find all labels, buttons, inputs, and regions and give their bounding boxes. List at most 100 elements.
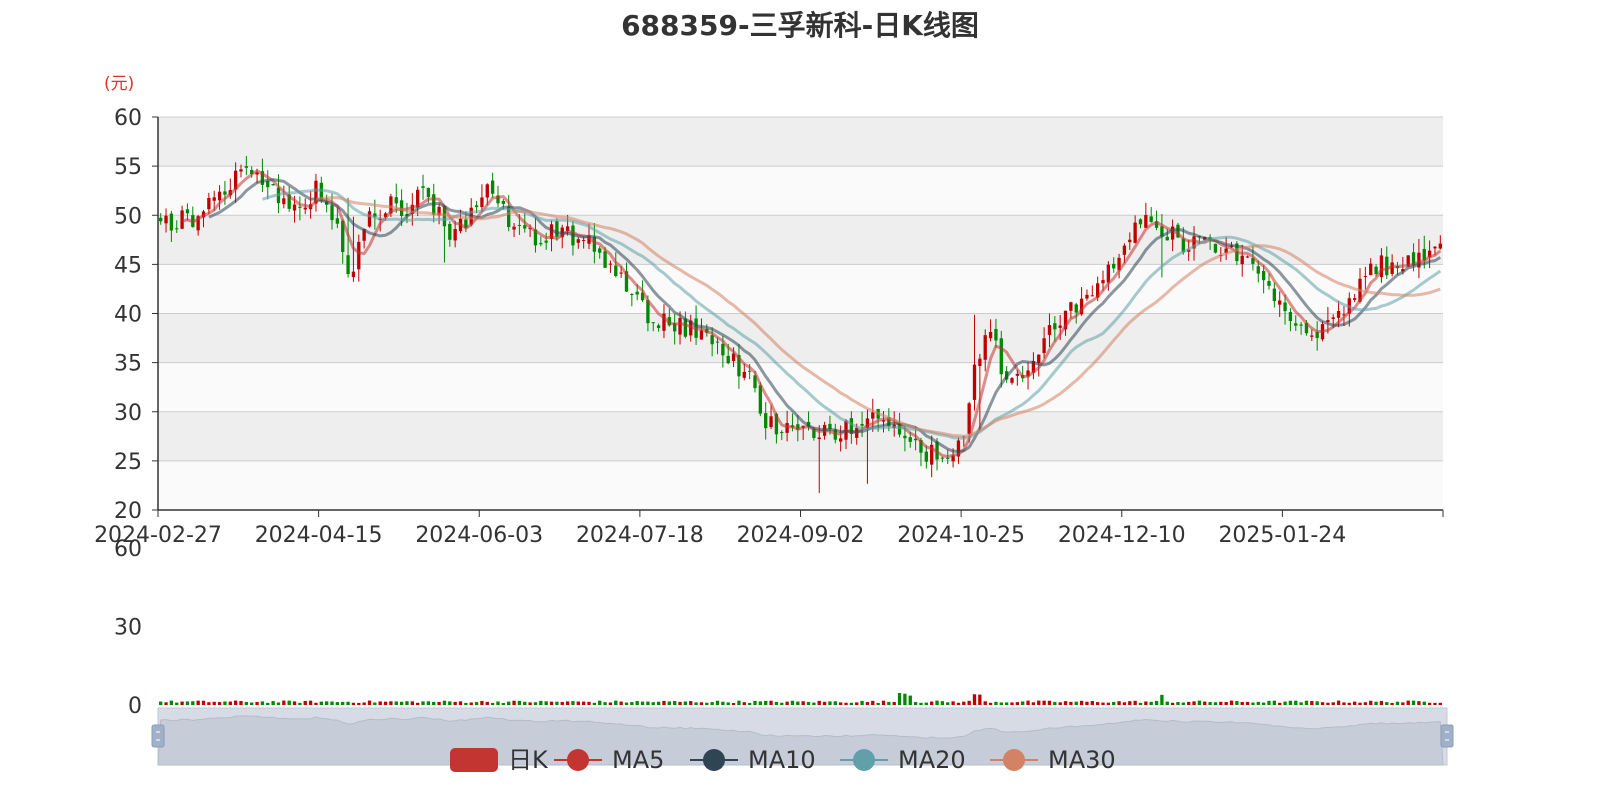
volume-bar <box>1326 702 1330 705</box>
candle-body <box>485 184 489 198</box>
volume-bar <box>448 701 452 705</box>
y-tick-label: 50 <box>114 204 142 229</box>
volume-bar <box>1144 701 1148 705</box>
volume-bar <box>603 702 607 705</box>
volume-bar <box>598 700 602 705</box>
candle-body <box>994 328 998 341</box>
volume-bar <box>817 700 821 705</box>
volume-bar <box>282 700 286 705</box>
volume-bar <box>1224 702 1228 705</box>
volume-bar <box>833 701 837 705</box>
volume-bar <box>1021 701 1025 705</box>
candle-body <box>1047 325 1052 335</box>
volume-bar <box>421 701 425 705</box>
volume-bar <box>1251 702 1255 705</box>
volume-bar <box>635 701 639 705</box>
volume-bar <box>903 693 907 705</box>
volume-bar <box>587 701 591 705</box>
volume-bar <box>758 701 763 705</box>
volume-bar <box>1058 702 1062 705</box>
y-axis-ticks: 60 55 50 45 40 35 30 25 20 <box>114 106 158 524</box>
legend-symbol-MA20[interactable] <box>853 749 875 771</box>
legend-label-MA10[interactable]: MA10 <box>748 746 816 774</box>
volume-bar <box>1069 701 1073 705</box>
volume-bar <box>592 702 597 705</box>
y-tick-label: 30 <box>114 401 142 426</box>
candle-body <box>769 416 773 428</box>
volume-bar <box>276 702 281 705</box>
volume-bar <box>721 701 725 705</box>
volume-bar <box>533 702 538 705</box>
volume-bar <box>1031 702 1036 705</box>
volume-bar <box>565 701 570 705</box>
legend-label-日K[interactable]: 日K <box>508 746 549 774</box>
volume-bar <box>1433 702 1437 705</box>
legend-label-MA30[interactable]: MA30 <box>1048 746 1116 774</box>
volume-bar <box>373 702 377 705</box>
volume-bar <box>742 702 746 705</box>
volume-bar <box>1347 702 1351 705</box>
volume-bar <box>523 701 527 705</box>
volume-bar <box>887 701 891 705</box>
volume-bar <box>169 700 174 705</box>
volume-bar <box>528 702 532 705</box>
candle-body <box>1433 246 1437 249</box>
volume-bar <box>164 702 168 705</box>
volume-bar <box>1154 700 1159 705</box>
volume-bar <box>705 702 709 705</box>
legend-label-MA20[interactable]: MA20 <box>898 746 966 774</box>
zoom-handle-left[interactable] <box>151 724 165 748</box>
volume-bar <box>394 701 398 705</box>
candle-body <box>1058 325 1062 328</box>
volume-bar <box>367 700 372 705</box>
volume-bar <box>1117 701 1121 705</box>
volume-bar <box>855 702 859 705</box>
volume-bar <box>1352 701 1357 705</box>
chart-title: 688359-三孚新科-日K线图 <box>621 9 979 42</box>
volume-bar <box>892 702 896 705</box>
volume-bar <box>849 702 854 705</box>
candle-body <box>212 197 216 201</box>
volume-bar <box>769 700 773 705</box>
candle-body <box>335 218 340 224</box>
candle-body <box>656 325 661 329</box>
candle-body <box>1245 256 1250 258</box>
volume-bar <box>539 700 543 705</box>
volume-bar <box>191 701 195 705</box>
candle-body <box>1288 312 1293 321</box>
volume-bar <box>185 701 190 705</box>
plot-band <box>158 166 1443 216</box>
volume-bar <box>683 701 688 705</box>
candle-body <box>908 437 912 442</box>
volume-bar <box>930 701 934 705</box>
volume-bar <box>469 702 473 705</box>
candle-body <box>598 248 602 253</box>
volume-bar <box>630 702 634 705</box>
volume-bar <box>962 701 966 705</box>
volume-bar <box>1219 701 1223 705</box>
legend-symbol-MA30[interactable] <box>1003 749 1025 771</box>
candle-body <box>175 228 179 230</box>
volume-tick-label: 0 <box>128 694 142 719</box>
candle-body <box>474 205 479 208</box>
volume-bar <box>223 701 227 705</box>
volume-bar <box>260 701 265 705</box>
volume-bar <box>1203 701 1207 705</box>
legend-symbol-MA10[interactable] <box>703 749 725 771</box>
zoom-handle-right[interactable] <box>1440 724 1454 748</box>
volume-bar <box>474 702 479 705</box>
volume-bar <box>1181 702 1185 705</box>
candle-body <box>614 265 618 277</box>
volume-bar <box>737 700 741 705</box>
volume-bar <box>544 701 548 705</box>
volume-bar <box>341 701 345 705</box>
volume-bar <box>1390 702 1394 705</box>
volume-bar <box>946 702 950 705</box>
candle-body <box>1015 373 1020 376</box>
legend-symbol-MA5[interactable] <box>567 749 589 771</box>
legend-symbol-日K[interactable] <box>450 748 498 772</box>
legend-label-MA5[interactable]: MA5 <box>612 746 664 774</box>
volume-bar <box>876 702 880 705</box>
volume-bar <box>1395 701 1400 705</box>
volume-bar <box>480 700 484 705</box>
